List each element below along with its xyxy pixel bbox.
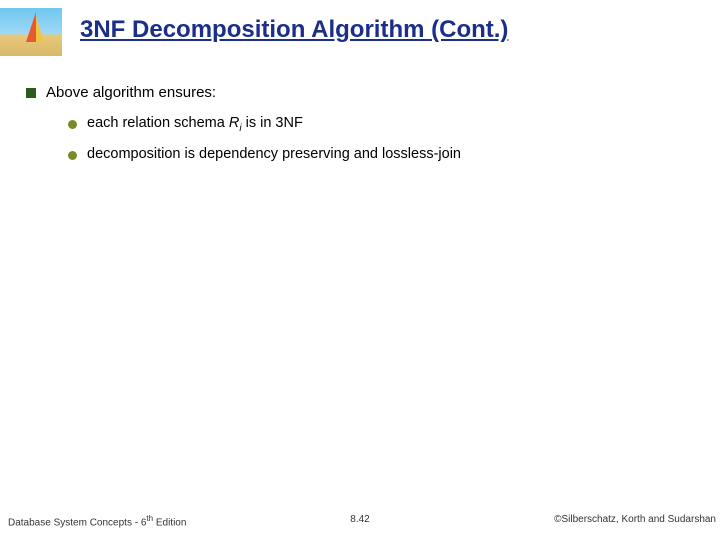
footer-left: Database System Concepts - 6th Edition <box>8 514 186 528</box>
disc-bullet-icon <box>68 151 77 160</box>
bullet-level1: Above algorithm ensures: <box>26 84 696 101</box>
slide-title: 3NF Decomposition Algorithm (Cont.) <box>80 16 704 44</box>
disc-bullet-icon <box>68 120 77 129</box>
variable-r: R <box>229 115 239 131</box>
text-fragment: decomposition is dependency preserving a… <box>87 146 461 162</box>
bullet-text: each relation schema Ri is in 3NF <box>87 115 303 134</box>
slide-footer: Database System Concepts - 6th Edition 8… <box>0 514 720 530</box>
bullet-level2: each relation schema Ri is in 3NF <box>68 115 696 134</box>
bullet-text: decomposition is dependency preserving a… <box>87 146 461 162</box>
slide: 3NF Decomposition Algorithm (Cont.) Abov… <box>0 0 720 540</box>
footer-page-number: 8.42 <box>350 514 369 525</box>
text-fragment: each relation schema <box>87 115 229 131</box>
slide-body: Above algorithm ensures: each relation s… <box>26 84 696 174</box>
text-fragment: Database System Concepts - 6 <box>8 517 146 528</box>
slide-thumbnail <box>0 8 62 56</box>
square-bullet-icon <box>26 88 36 98</box>
bullet-level2: decomposition is dependency preserving a… <box>68 146 696 162</box>
bullet-text: Above algorithm ensures: <box>46 84 216 101</box>
sailboat-icon <box>36 16 44 42</box>
sailboat-icon <box>26 12 36 42</box>
text-fragment: Edition <box>153 517 186 528</box>
text-fragment: is in 3NF <box>242 115 303 131</box>
footer-copyright: ©Silberschatz, Korth and Sudarshan <box>554 514 716 525</box>
